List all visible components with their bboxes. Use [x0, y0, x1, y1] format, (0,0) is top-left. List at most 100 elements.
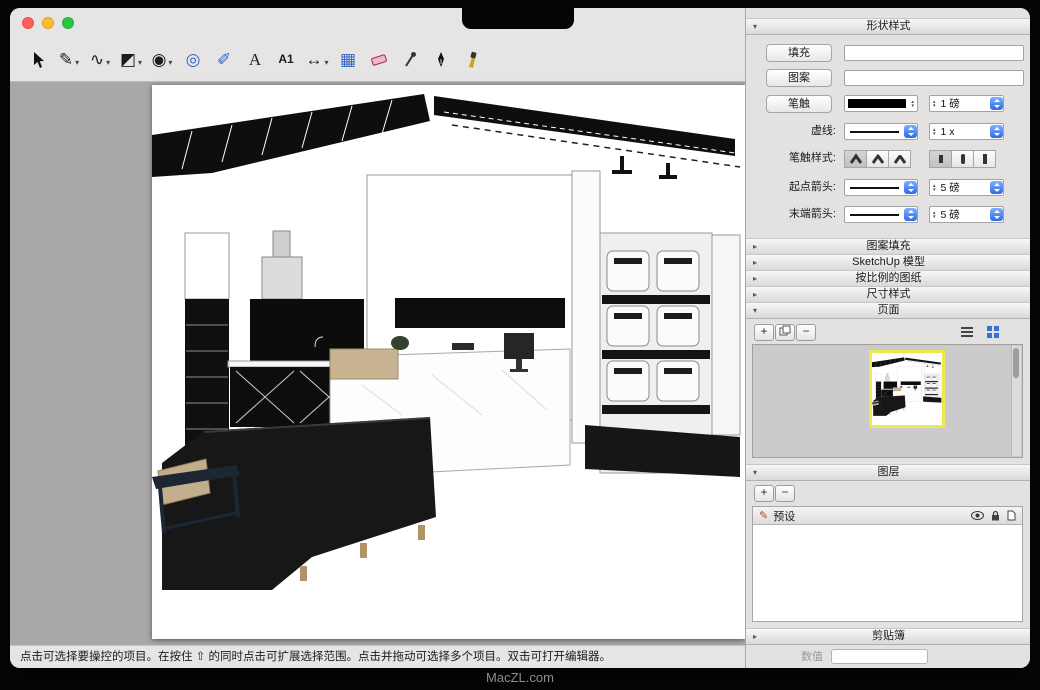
dash-style-dropdown[interactable] — [844, 123, 918, 140]
eyedropper-tool[interactable] — [398, 43, 422, 77]
measure-field[interactable] — [831, 649, 928, 664]
section-title: 图案填充 — [867, 240, 911, 252]
line-preview — [850, 187, 899, 189]
stepper-icon[interactable]: ▲▼ — [932, 128, 936, 136]
marker-tool[interactable] — [460, 43, 484, 77]
minimize-button[interactable] — [42, 17, 54, 29]
dimension-icon: ↔ — [305, 51, 322, 68]
add-page-button[interactable]: + — [754, 324, 774, 341]
end-arrow-label: 末端箭头: — [748, 206, 836, 222]
section-title: 尺寸样式 — [867, 288, 911, 300]
zoom-button[interactable] — [62, 17, 74, 29]
dash-label: 虚线: — [748, 123, 836, 139]
section-header-scaled-drawing[interactable]: ▸ 按比例的图纸 — [746, 270, 1030, 287]
duplicate-page-button[interactable] — [775, 324, 795, 341]
close-button[interactable] — [22, 17, 34, 29]
sketch-pen-icon: ✐ — [217, 51, 231, 68]
pencil-icon: ✎ — [59, 51, 73, 68]
eraser-tool[interactable] — [367, 43, 391, 77]
join-bevel-button[interactable] — [888, 150, 911, 168]
fill-swatch-field[interactable] — [844, 45, 1024, 61]
scrollbar[interactable] — [1011, 346, 1021, 456]
layers-list-body[interactable] — [753, 525, 1022, 623]
section-header-shape-style[interactable]: ▾ 形状样式 — [746, 18, 1030, 35]
stepper-icon[interactable]: ▲▼ — [932, 184, 936, 192]
cap-round-button[interactable] — [951, 150, 974, 168]
circle-tool[interactable]: ◉ ▾ — [150, 43, 174, 77]
select-arrow-icon — [31, 51, 45, 69]
page-canvas[interactable] — [152, 85, 745, 639]
freehand-tool[interactable]: ∿ ▾ — [88, 43, 112, 77]
dimension-tool[interactable]: ↔ ▾ — [305, 43, 329, 77]
section-title: 图层 — [878, 466, 900, 478]
visibility-eye-icon[interactable] — [971, 511, 984, 520]
section-header-pages[interactable]: ▾ 页面 — [746, 302, 1030, 319]
canvas-drawing — [152, 85, 745, 639]
pasteboard[interactable] — [10, 82, 745, 645]
pattern-button[interactable]: 图案 — [766, 69, 832, 87]
sketch-tool[interactable]: ✐ — [212, 43, 236, 77]
stepper-icon[interactable]: ▲▼ — [932, 100, 936, 108]
disclosure-triangle-icon: ▸ — [753, 255, 757, 270]
end-arrow-size-combo[interactable]: ▲▼ 5 磅 — [929, 206, 1004, 223]
start-arrow-dropdown[interactable] — [844, 179, 918, 196]
dash-scale-value: 1 x — [940, 126, 954, 138]
status-bar: 点击可选择要操控的项目。在按住 ⇧ 的同时点击可扩展选择范围。点击并拖动可选择多… — [10, 645, 745, 668]
section-header-dimension-style[interactable]: ▸ 尺寸样式 — [746, 286, 1030, 303]
section-title: 剪贴簿 — [872, 630, 905, 642]
stepper-icon[interactable]: ▲▼ — [911, 100, 915, 108]
start-arrow-size-combo[interactable]: ▲▼ 5 磅 — [929, 179, 1004, 196]
dash-scale-combo[interactable]: ▲▼ 1 x — [929, 123, 1004, 140]
text-tool[interactable]: A — [243, 43, 267, 77]
section-header-sketchup-model[interactable]: ▸ SketchUp 模型 — [746, 254, 1030, 271]
eraser-icon — [369, 53, 389, 67]
popup-arrows-icon — [904, 208, 917, 221]
line-tool[interactable]: ✎ ▾ — [57, 43, 81, 77]
start-arrow-label: 起点箭头: — [748, 179, 836, 195]
section-header-layers[interactable]: ▾ 图层 — [746, 464, 1030, 481]
layer-toggles — [971, 510, 1016, 521]
section-title: 形状样式 — [867, 20, 911, 32]
offset-tool[interactable]: ◎ — [181, 43, 205, 77]
pattern-swatch-field[interactable] — [844, 70, 1024, 86]
remove-page-button[interactable]: − — [796, 324, 816, 341]
pen-tool[interactable] — [429, 43, 453, 77]
stepper-icon[interactable]: ▲▼ — [932, 211, 936, 219]
page-thumbnail-preview — [872, 353, 942, 425]
curve-icon: ∿ — [90, 51, 104, 68]
eyedropper-icon — [403, 51, 417, 69]
cap-square-button[interactable] — [973, 150, 996, 168]
stroke-button[interactable]: 笔触 — [766, 95, 832, 113]
offset-icon: ◎ — [186, 51, 201, 68]
page-doc-icon[interactable] — [1007, 510, 1016, 521]
stroke-width-value: 1 磅 — [940, 96, 959, 111]
grid-view-button[interactable] — [984, 324, 1002, 339]
scrollbar-thumb[interactable] — [1013, 348, 1019, 378]
label-tool[interactable]: A1 — [274, 43, 298, 77]
label-icon: A1 — [278, 51, 293, 68]
lock-icon[interactable] — [991, 510, 1000, 521]
end-arrow-dropdown[interactable] — [844, 206, 918, 223]
disclosure-triangle-icon: ▸ — [753, 629, 757, 644]
start-arrow-size-value: 5 磅 — [940, 180, 959, 195]
section-header-pattern-fill[interactable]: ▸ 图案填充 — [746, 238, 1030, 255]
layer-row-default[interactable]: ✎ 预设 — [753, 507, 1022, 525]
section-header-scrapbook[interactable]: ▸ 剪贴簿 — [746, 628, 1030, 645]
marker-icon — [465, 51, 479, 69]
cap-butt-button[interactable] — [929, 150, 952, 168]
join-miter-button[interactable] — [844, 150, 867, 168]
page-thumbnail[interactable] — [869, 350, 945, 428]
select-tool[interactable] — [26, 43, 50, 77]
stroke-color-swatch[interactable]: ▲▼ — [844, 95, 918, 112]
disclosure-triangle-icon: ▾ — [753, 303, 757, 318]
add-layer-button[interactable]: + — [754, 485, 774, 502]
stroke-width-combo[interactable]: ▲▼ 1 磅 — [929, 95, 1004, 112]
rectangle-tool[interactable]: ◩ ▾ — [119, 43, 143, 77]
fill-button[interactable]: 填充 — [766, 44, 832, 62]
table-tool[interactable]: ▦ — [336, 43, 360, 77]
pages-thumbnail-area[interactable] — [752, 344, 1023, 458]
stroke-style-label: 笔触样式: — [748, 150, 836, 166]
join-round-button[interactable] — [866, 150, 889, 168]
remove-layer-button[interactable]: − — [775, 485, 795, 502]
list-view-button[interactable] — [958, 324, 976, 339]
